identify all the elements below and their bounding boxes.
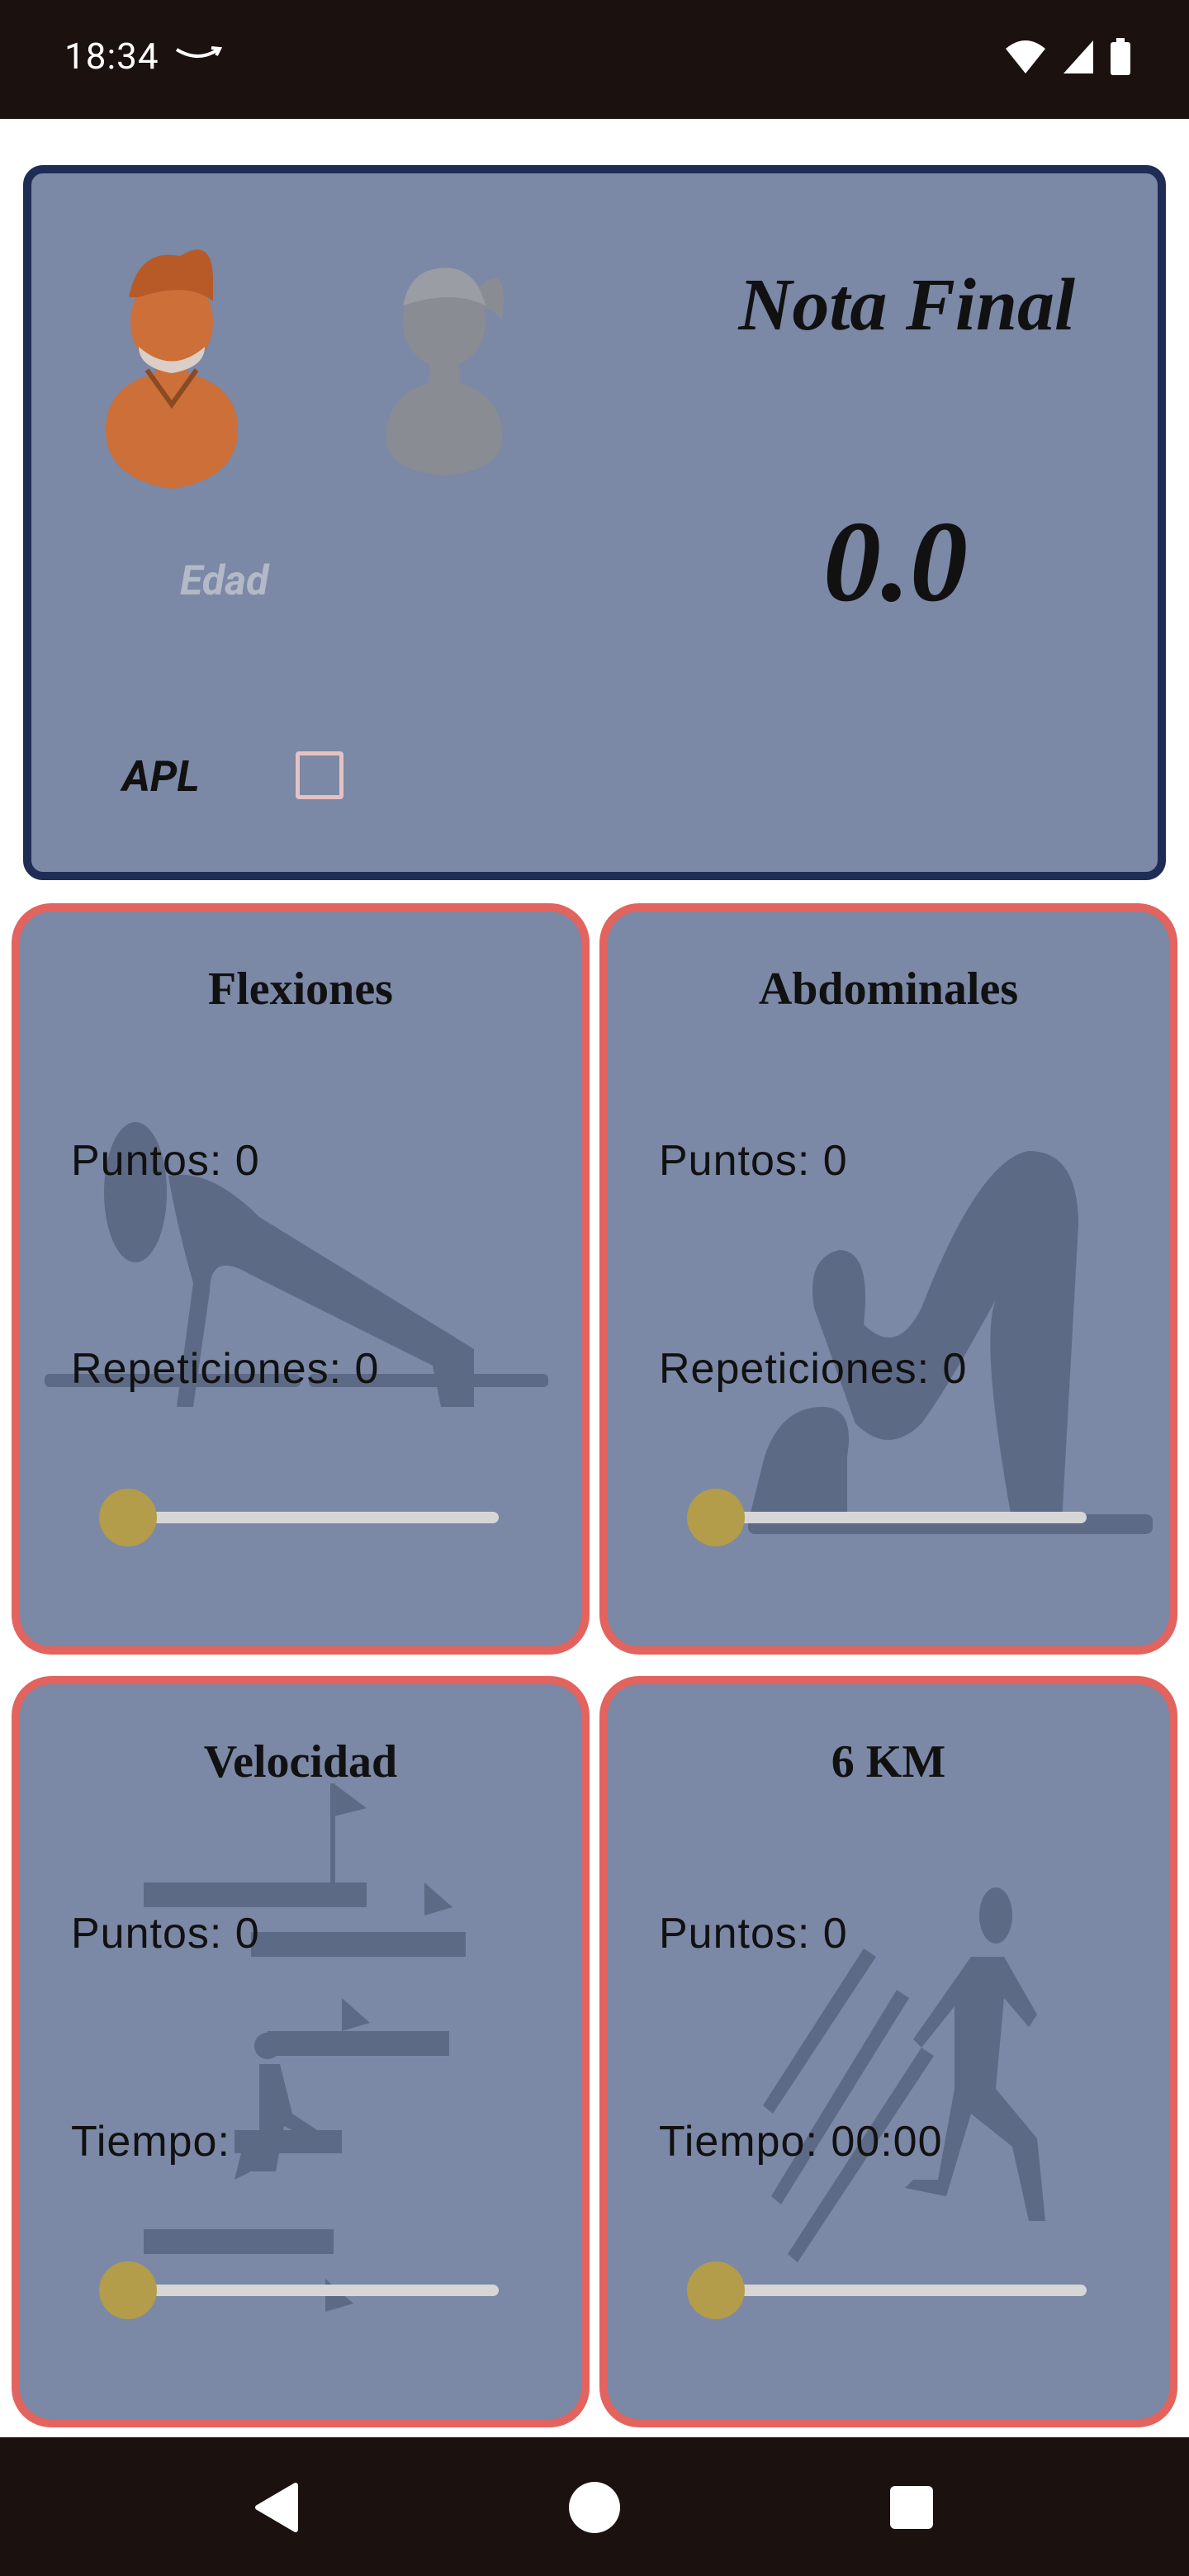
sit-up-icon (748, 1151, 1153, 1534)
back-icon[interactable] (248, 2479, 306, 2536)
final-score: 0.0 (823, 498, 968, 626)
card-title: 6 KM (831, 1736, 946, 1788)
card-velocidad: Velocidad Puntos: 0 Tiempo: (12, 1676, 590, 2427)
time-slider-track[interactable] (127, 2285, 499, 2296)
card-title: Flexiones (208, 964, 393, 1015)
apl-checkbox[interactable] (296, 751, 343, 799)
male-avatar-icon[interactable] (89, 231, 254, 495)
card-abdominales: Abdominales Puntos: 0 Repeticiones: 0 (599, 903, 1177, 1655)
signal-icon (1063, 40, 1093, 73)
time-slider-thumb[interactable] (687, 2261, 745, 2319)
summary-title: Nota Final (738, 264, 1075, 346)
repetitions-slider-thumb[interactable] (687, 1489, 745, 1546)
time-slider-track[interactable] (715, 2285, 1087, 2296)
repetitions-label: Repeticiones: 0 (659, 1345, 968, 1393)
battery-icon (1111, 38, 1130, 75)
repetitions-slider-thumb[interactable] (99, 1489, 157, 1546)
recents-icon[interactable] (887, 2479, 936, 2536)
summary-card: Nota Final 0.0 Edad APL (23, 165, 1166, 880)
card-6km: 6 KM Puntos: 0 Tiempo: 00:00 (599, 1676, 1177, 2427)
card-title: Velocidad (203, 1736, 398, 1788)
female-avatar-icon[interactable] (362, 231, 527, 479)
apl-label: APL (122, 751, 200, 802)
card-title: Abdominales (758, 964, 1019, 1015)
status-bar: 18:34 (0, 0, 1189, 119)
wifi-icon (1006, 40, 1045, 73)
time-label: Tiempo: 00:00 (659, 2118, 943, 2166)
navigation-bar (0, 2437, 1189, 2576)
card-flexiones: Flexiones Puntos: 0 Repeticiones: 0 (12, 903, 590, 1655)
points-label: Puntos: 0 (71, 1910, 260, 1958)
age-input[interactable]: Edad (180, 557, 268, 605)
sprint-course-icon (144, 1783, 466, 2312)
time-label: Tiempo: (71, 2118, 230, 2166)
points-label: Puntos: 0 (71, 1137, 260, 1185)
status-time: 18:34 (64, 35, 159, 78)
amazon-icon (175, 46, 223, 58)
status-icons (1004, 38, 1131, 76)
repetitions-label: Repeticiones: 0 (71, 1345, 380, 1393)
time-slider-thumb[interactable] (99, 2261, 157, 2319)
points-label: Puntos: 0 (659, 1137, 848, 1185)
repetitions-slider-track[interactable] (127, 1512, 499, 1523)
repetitions-slider-track[interactable] (715, 1512, 1087, 1523)
points-label: Puntos: 0 (659, 1910, 848, 1958)
home-icon[interactable] (566, 2479, 623, 2536)
